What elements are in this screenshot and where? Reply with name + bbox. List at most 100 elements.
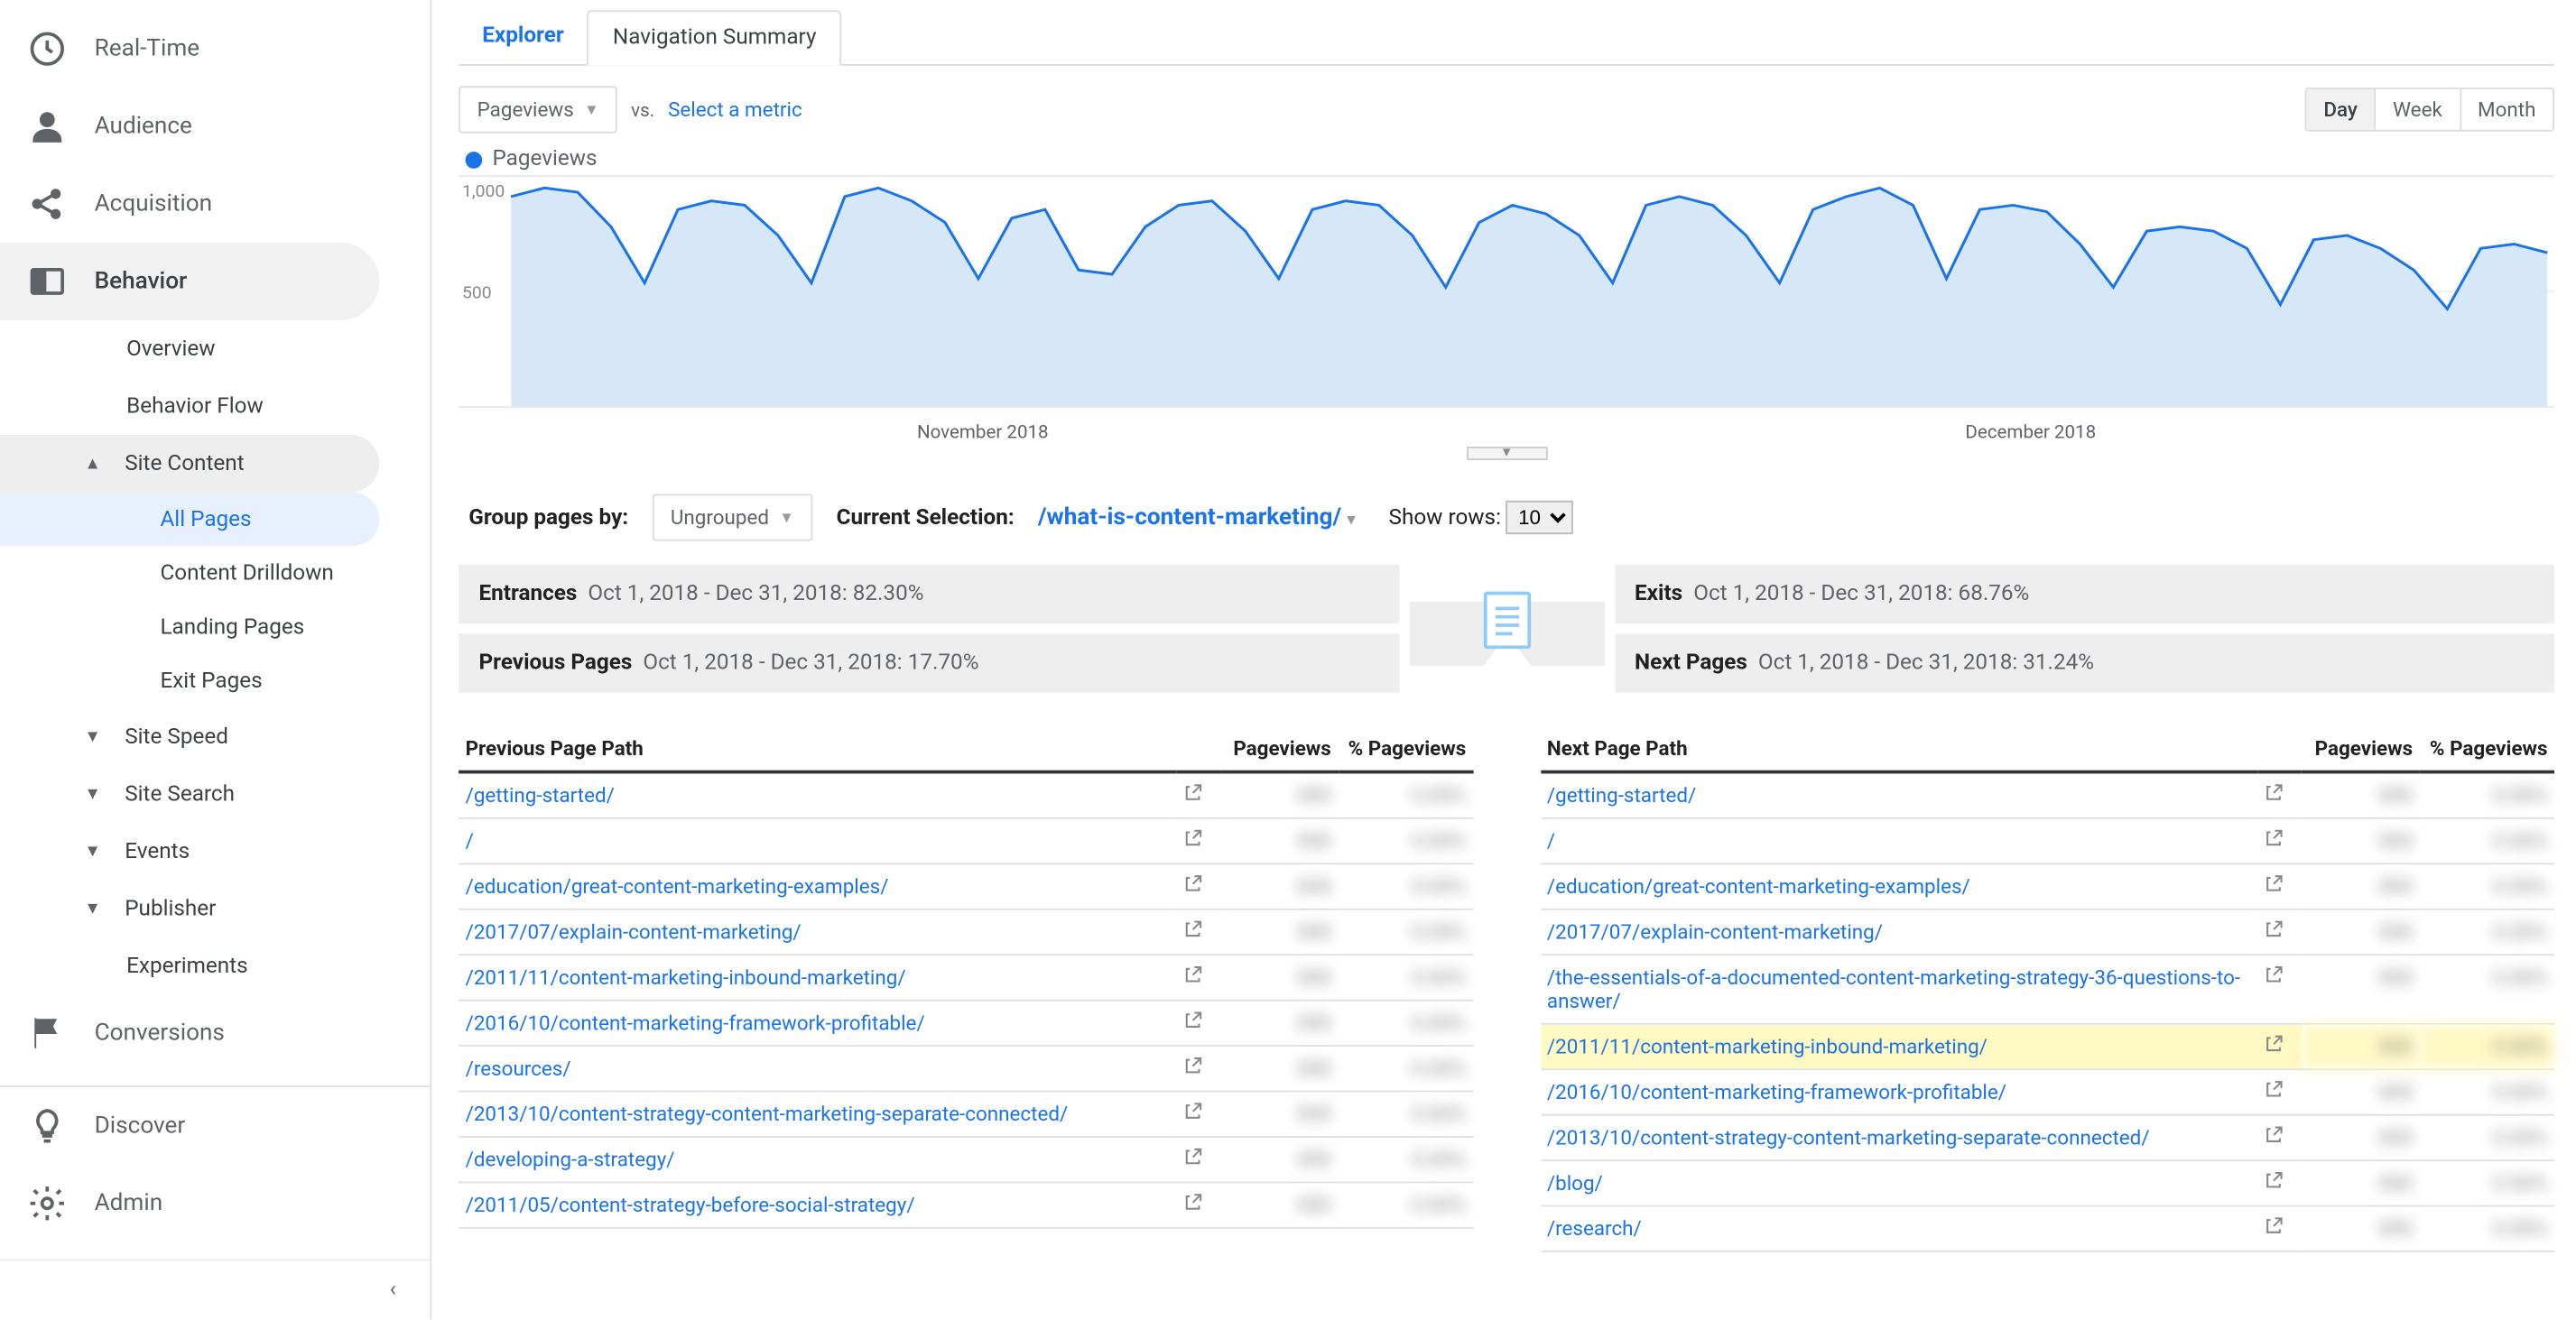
page-path-link[interactable]: /developing-a-strategy/ xyxy=(459,1137,1176,1182)
external-link-icon[interactable] xyxy=(2265,1217,2284,1236)
nav-conversions[interactable]: Conversions xyxy=(0,994,430,1072)
sub-events[interactable]: ▼Events xyxy=(0,823,430,881)
chevron-left-icon: ‹ xyxy=(390,1278,396,1303)
external-link-icon[interactable] xyxy=(1182,1103,1201,1122)
external-link-icon[interactable] xyxy=(2265,920,2284,939)
granularity-month[interactable]: Month xyxy=(2460,89,2553,130)
sub-overview[interactable]: Overview xyxy=(0,320,430,378)
page-path-link[interactable]: /education/great-content-marketing-examp… xyxy=(1540,863,2257,909)
external-link-icon[interactable] xyxy=(1182,874,1201,893)
sub-behavior-flow[interactable]: Behavior Flow xyxy=(0,377,430,435)
next-pages-summary[interactable]: Next Pages Oct 1, 2018 - Dec 31, 2018: 3… xyxy=(1615,633,2554,692)
sub2-landing-pages[interactable]: Landing Pages xyxy=(0,600,430,654)
table-row: /2016/10/content-marketing-framework-pro… xyxy=(1540,1069,2554,1114)
sub-site-speed[interactable]: ▼Site Speed xyxy=(0,708,430,766)
pct-pageviews-value: 0.00% xyxy=(1338,818,1472,863)
nav-real-time[interactable]: Real-Time xyxy=(0,10,430,88)
tab-explorer[interactable]: Explorer xyxy=(459,10,588,64)
page-path-link[interactable]: /2017/07/explain-content-marketing/ xyxy=(1540,909,2257,955)
external-link-icon[interactable] xyxy=(2265,874,2284,893)
page-path-link[interactable]: /2013/10/content-strategy-content-market… xyxy=(1540,1115,2257,1160)
nav-label: Audience xyxy=(95,113,192,140)
nav-discover[interactable]: Discover xyxy=(0,1087,430,1165)
external-link-icon[interactable] xyxy=(2265,829,2284,848)
external-link-icon[interactable] xyxy=(2265,784,2284,803)
external-link-icon[interactable] xyxy=(1182,829,1201,848)
page-path-link[interactable]: /research/ xyxy=(1540,1206,2257,1251)
nav-label: Conversions xyxy=(95,1020,225,1047)
external-link-icon[interactable] xyxy=(1182,784,1201,803)
group-by-selector[interactable]: Ungrouped ▼ xyxy=(652,494,812,540)
external-link-icon[interactable] xyxy=(1182,1011,1201,1030)
sub-site-content[interactable]: ▲ Site Content xyxy=(0,435,379,493)
sidebar-collapse[interactable]: ‹ xyxy=(0,1259,430,1319)
sub2-content-drilldown[interactable]: Content Drilldown xyxy=(0,546,430,600)
col-pageviews[interactable]: Pageviews xyxy=(2302,726,2420,771)
col-pct-pageviews[interactable]: % Pageviews xyxy=(2420,726,2554,771)
page-path-link[interactable]: /2011/11/content-marketing-inbound-marke… xyxy=(1540,1024,2257,1069)
nav-admin[interactable]: Admin xyxy=(0,1165,430,1242)
sub2-all-pages[interactable]: All Pages xyxy=(0,492,379,546)
page-path-link[interactable]: /2011/05/content-strategy-before-social-… xyxy=(459,1182,1176,1227)
col-pct-pageviews[interactable]: % Pageviews xyxy=(1338,726,1472,771)
sub-experiments[interactable]: Experiments xyxy=(0,937,430,995)
external-link-icon[interactable] xyxy=(1182,965,1201,984)
clock-icon xyxy=(27,29,68,69)
page-path-link[interactable]: /2013/10/content-strategy-content-market… xyxy=(459,1092,1176,1137)
external-link-icon[interactable] xyxy=(2265,1171,2284,1190)
page-path-link[interactable]: /blog/ xyxy=(1540,1160,2257,1205)
pageviews-value: 000 xyxy=(1219,1092,1338,1137)
page-path-link[interactable]: / xyxy=(1540,818,2257,863)
vs-label: vs. xyxy=(631,98,654,120)
pct-pageviews-value: 0.00% xyxy=(2420,818,2554,863)
metric-selector[interactable]: Pageviews ▼ xyxy=(459,86,617,133)
pageviews-value: 000 xyxy=(2302,1160,2420,1205)
external-link-icon[interactable] xyxy=(1182,1194,1201,1213)
sub-publisher[interactable]: ▼Publisher xyxy=(0,880,430,937)
page-path-link[interactable]: /2016/10/content-marketing-framework-pro… xyxy=(1540,1069,2257,1114)
external-link-icon[interactable] xyxy=(2265,1035,2284,1054)
external-link-icon[interactable] xyxy=(2265,965,2284,984)
page-path-link[interactable]: /2016/10/content-marketing-framework-pro… xyxy=(459,1001,1176,1046)
col-next-path[interactable]: Next Page Path xyxy=(1540,726,2257,771)
granularity-day[interactable]: Day xyxy=(2307,89,2375,130)
tab-navigation-summary[interactable]: Navigation Summary xyxy=(588,10,842,66)
external-link-icon[interactable] xyxy=(1182,1057,1201,1075)
page-path-link[interactable]: /2011/11/content-marketing-inbound-marke… xyxy=(459,955,1176,1000)
col-prev-path[interactable]: Previous Page Path xyxy=(459,726,1176,771)
pageviews-value: 000 xyxy=(1219,1001,1338,1046)
pageviews-value: 000 xyxy=(1219,863,1338,909)
page-path-link[interactable]: /education/great-content-marketing-examp… xyxy=(459,863,1176,909)
granularity-week[interactable]: Week xyxy=(2375,89,2460,130)
nav-behavior[interactable]: Behavior xyxy=(0,243,379,320)
page-path-link[interactable]: /getting-started/ xyxy=(459,772,1176,818)
external-link-icon[interactable] xyxy=(1182,920,1201,939)
chart-legend: Pageviews xyxy=(459,147,2554,172)
page-path-link[interactable]: / xyxy=(459,818,1176,863)
show-rows-select[interactable]: 10 xyxy=(1506,501,1574,534)
entrances-summary[interactable]: Entrances Oct 1, 2018 - Dec 31, 2018: 82… xyxy=(459,565,1398,623)
nav-acquisition[interactable]: Acquisition xyxy=(0,165,430,243)
previous-pages-summary[interactable]: Previous Pages Oct 1, 2018 - Dec 31, 201… xyxy=(459,633,1398,692)
pageviews-value: 000 xyxy=(2302,955,2420,1024)
page-path-link[interactable]: /resources/ xyxy=(459,1046,1176,1091)
external-link-icon[interactable] xyxy=(2265,1126,2284,1145)
select-metric-link[interactable]: Select a metric xyxy=(668,97,802,121)
nav-label: Behavior xyxy=(95,268,188,295)
sub2-exit-pages[interactable]: Exit Pages xyxy=(0,654,430,708)
sub-site-search[interactable]: ▼Site Search xyxy=(0,765,430,823)
exits-summary[interactable]: Exits Oct 1, 2018 - Dec 31, 2018: 68.76% xyxy=(1615,565,2554,623)
external-link-icon[interactable] xyxy=(1182,1148,1201,1167)
chart-drag-handle[interactable]: ▾ xyxy=(1466,447,1547,460)
external-link-icon[interactable] xyxy=(2265,1080,2284,1099)
col-pageviews[interactable]: Pageviews xyxy=(1219,726,1338,771)
pct-pageviews-value: 0.00% xyxy=(2420,955,2554,1024)
current-selection-link[interactable]: /what-is-content-marketing/ ▾ xyxy=(1038,504,1355,531)
nav-audience[interactable]: Audience xyxy=(0,88,430,165)
table-row: /2011/11/content-marketing-inbound-marke… xyxy=(459,955,1473,1000)
page-path-link[interactable]: /getting-started/ xyxy=(1540,772,2257,818)
page-path-link[interactable]: /2017/07/explain-content-marketing/ xyxy=(459,909,1176,955)
table-row: /education/great-content-marketing-examp… xyxy=(1540,863,2554,909)
pageviews-value: 000 xyxy=(1219,955,1338,1000)
page-path-link[interactable]: /the-essentials-of-a-documented-content-… xyxy=(1540,955,2257,1024)
